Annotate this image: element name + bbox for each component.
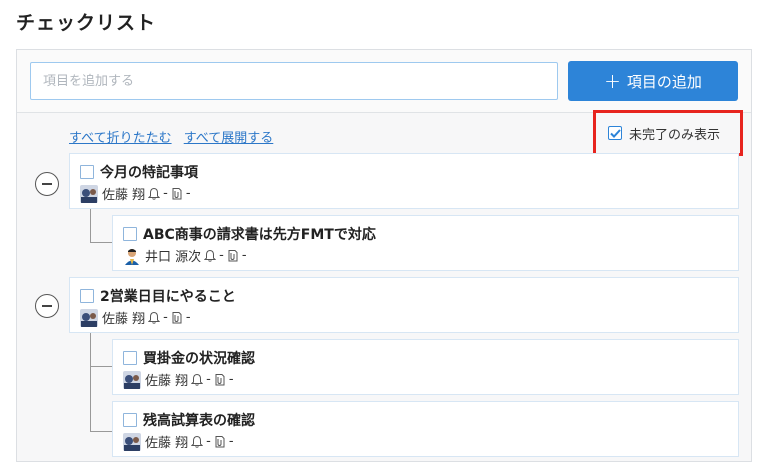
checklist-item-group: 2営業日目にやること 佐藤 翔 - -: [69, 277, 739, 333]
tree-connector: [90, 333, 91, 431]
checklist-item: ABC商事の請求書は先方FMTで対応 井口 源次 - -: [112, 215, 739, 271]
assignee-name: 井口 源次: [145, 250, 202, 265]
attachment-value: -: [185, 310, 191, 325]
add-item-button-label: 項目の追加: [626, 72, 702, 91]
item-checkbox[interactable]: [123, 227, 137, 241]
attachment-value: -: [241, 248, 247, 263]
attachment-icon[interactable]: [171, 311, 183, 324]
reminder-value: -: [163, 310, 168, 325]
reminder-value: -: [206, 434, 211, 449]
checklist-item-group: 今月の特記事項 佐藤 翔 - -: [69, 153, 739, 209]
checklist-panel: + 項目の追加 すべて折りたたむ すべて展開する 未完了のみ表示 今月の特記事項…: [16, 49, 752, 462]
reminder-value: -: [206, 372, 211, 387]
avatar: [123, 432, 141, 451]
checklist-item: 買掛金の状況確認 佐藤 翔 - -: [112, 339, 739, 395]
page-title: チェックリスト: [16, 12, 157, 34]
collapse-all-link[interactable]: すべて折りたたむ: [69, 131, 172, 146]
avatar: [123, 370, 141, 389]
attachment-icon[interactable]: [171, 187, 183, 200]
assignee-name: 佐藤 翔: [102, 188, 146, 203]
bell-icon[interactable]: [148, 187, 161, 200]
avatar: [80, 308, 98, 327]
attachment-icon[interactable]: [214, 435, 226, 448]
tree-connector: [90, 431, 112, 432]
incomplete-only-checkbox[interactable]: [608, 126, 622, 140]
item-title: 2営業日目にやること: [100, 289, 236, 305]
item-checkbox[interactable]: [80, 165, 94, 179]
tree-connector: [90, 242, 112, 243]
incomplete-only-filter[interactable]: 未完了のみ表示: [593, 110, 743, 156]
add-item-input[interactable]: [30, 62, 558, 100]
avatar: [80, 184, 98, 203]
reminder-value: -: [163, 186, 168, 201]
expand-collapse-links: すべて折りたたむ すべて展開する: [69, 127, 281, 146]
add-item-button[interactable]: + 項目の追加: [568, 61, 738, 101]
expand-all-link[interactable]: すべて展開する: [184, 131, 274, 146]
assignee-name: 佐藤 翔: [145, 436, 189, 451]
plus-icon: +: [604, 69, 621, 93]
item-checkbox[interactable]: [80, 289, 94, 303]
assignee-name: 佐藤 翔: [145, 374, 189, 389]
item-title: ABC商事の請求書は先方FMTで対応: [143, 227, 376, 243]
item-title: 残高試算表の確認: [143, 413, 255, 429]
bell-icon[interactable]: [191, 373, 204, 386]
tree-connector: [90, 209, 91, 242]
attachment-value: -: [185, 186, 191, 201]
attachment-icon[interactable]: [214, 373, 226, 386]
attachment-icon[interactable]: [227, 249, 239, 262]
add-item-bar: + 項目の追加: [17, 50, 751, 113]
assignee-name: 佐藤 翔: [102, 312, 146, 327]
bell-icon[interactable]: [204, 249, 217, 262]
group-collapse-toggle[interactable]: [35, 172, 59, 196]
bell-icon[interactable]: [191, 435, 204, 448]
attachment-value: -: [228, 372, 234, 387]
item-checkbox[interactable]: [123, 351, 137, 365]
avatar: [123, 246, 141, 265]
item-title: 買掛金の状況確認: [143, 351, 255, 367]
reminder-value: -: [219, 248, 224, 263]
checkmark-icon: [609, 128, 621, 138]
bell-icon[interactable]: [148, 311, 161, 324]
item-checkbox[interactable]: [123, 413, 137, 427]
group-collapse-toggle[interactable]: [35, 294, 59, 318]
attachment-value: -: [228, 434, 234, 449]
tree-connector: [90, 366, 112, 367]
item-title: 今月の特記事項: [100, 165, 198, 181]
incomplete-only-label: 未完了のみ表示: [629, 127, 721, 143]
checklist-item: 残高試算表の確認 佐藤 翔 - -: [112, 401, 739, 457]
